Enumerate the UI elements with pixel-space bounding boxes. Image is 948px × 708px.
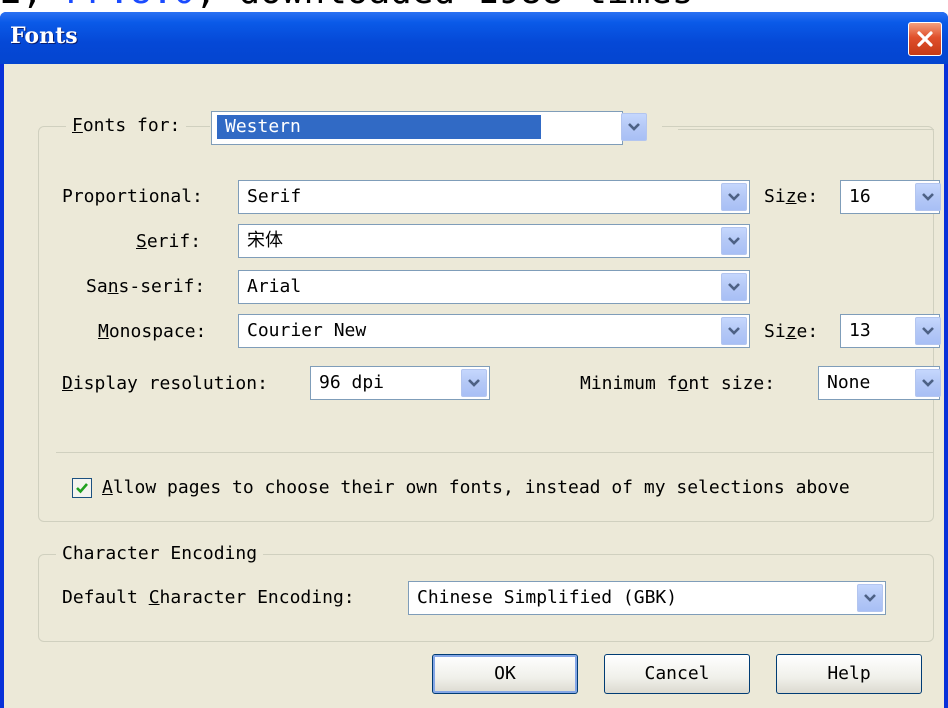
allow-pages-checkbox[interactable] — [72, 478, 92, 498]
close-button[interactable] — [908, 22, 942, 56]
proportional-label: Proportional: — [62, 186, 203, 207]
cancel-button[interactable]: Cancel — [604, 654, 750, 694]
help-button[interactable]: Help — [776, 654, 922, 694]
serif-dropdown[interactable] — [721, 227, 747, 255]
sans-serif-select[interactable]: Arial — [238, 270, 750, 304]
chevron-down-icon — [728, 193, 740, 201]
fonts-dialog: Fonts Fonts for: Western Proportional: S… — [0, 12, 948, 708]
default-encoding-value: Chinese Simplified (GBK) — [417, 587, 678, 608]
proportional-select[interactable]: Serif — [238, 180, 750, 214]
serif-select[interactable]: 宋体 — [238, 224, 750, 258]
display-resolution-value: 96 dpi — [319, 372, 385, 393]
monospace-size-value: 13 — [849, 320, 871, 341]
proportional-value: Serif — [247, 186, 302, 207]
display-resolution-dropdown[interactable] — [461, 369, 487, 397]
chevron-down-icon — [628, 123, 640, 131]
monospace-label: Monospace: — [98, 321, 207, 342]
chevron-down-icon — [468, 379, 480, 387]
sans-serif-value: Arial — [247, 276, 302, 297]
minimum-font-size-select[interactable]: None — [818, 366, 941, 400]
proportional-size-dropdown[interactable] — [915, 183, 941, 211]
chevron-down-icon — [922, 193, 934, 201]
monospace-dropdown[interactable] — [721, 317, 747, 345]
character-encoding-title: Character Encoding — [56, 542, 264, 566]
default-encoding-select[interactable]: Chinese Simplified (GBK) — [408, 581, 886, 615]
default-encoding-label: Default Character Encoding: — [62, 587, 355, 608]
allow-pages-label[interactable]: Allow pages to choose their own fonts, i… — [102, 476, 850, 500]
dialog-client-area: Fonts for: Western Proportional: Serif S… — [4, 64, 944, 708]
close-x-icon — [917, 31, 933, 47]
fonts-group-divider — [56, 452, 934, 453]
default-encoding-dropdown[interactable] — [857, 584, 883, 612]
chevron-down-icon — [864, 594, 876, 602]
caption-suffix: , downloaded 1988 times — [195, 0, 694, 12]
sans-serif-dropdown[interactable] — [721, 273, 747, 301]
minimum-font-size-dropdown[interactable] — [915, 369, 941, 397]
sans-serif-label: Sans-serif: — [86, 276, 206, 297]
fonts-for-dropdown[interactable] — [621, 113, 647, 141]
chevron-down-icon — [728, 237, 740, 245]
minimum-font-size-label: Minimum font size: — [580, 373, 776, 394]
display-resolution-label: Display resolution: — [62, 373, 268, 394]
monospace-size-select[interactable]: 13 — [840, 314, 941, 348]
ok-button[interactable]: OK — [432, 654, 578, 694]
window-title: Fonts — [10, 23, 78, 49]
monospace-size-dropdown[interactable] — [915, 317, 941, 345]
checkmark-icon — [76, 483, 88, 494]
display-resolution-select[interactable]: 96 dpi — [310, 366, 490, 400]
fonts-for-value: Western — [217, 115, 541, 139]
caption-prefix: 2, — [0, 0, 43, 12]
chevron-down-icon — [922, 379, 934, 387]
minimum-font-size-value: None — [827, 372, 871, 393]
proportional-size-value: 16 — [849, 186, 871, 207]
fonts-for-divider — [678, 129, 934, 130]
monospace-value: Courier New — [247, 320, 367, 341]
proportional-dropdown[interactable] — [721, 183, 747, 211]
fonts-for-label-text: onts for: — [82, 115, 181, 136]
serif-value: 宋体 — [247, 230, 283, 251]
chevron-down-icon — [922, 327, 934, 335]
chevron-down-icon — [728, 327, 740, 335]
proportional-size-select[interactable]: 16 — [840, 180, 941, 214]
proportional-size-label: Size: — [764, 186, 819, 207]
monospace-select[interactable]: Courier New — [238, 314, 750, 348]
fonts-for-select[interactable]: Western — [210, 110, 662, 145]
serif-label: Serif: — [136, 231, 202, 252]
fonts-for-label: Fonts for: — [66, 114, 187, 138]
chevron-down-icon — [728, 283, 740, 291]
caption-link[interactable]: FF.8.0 — [65, 0, 195, 12]
title-bar[interactable]: Fonts — [0, 12, 948, 64]
monospace-size-label: Size: — [764, 321, 819, 342]
